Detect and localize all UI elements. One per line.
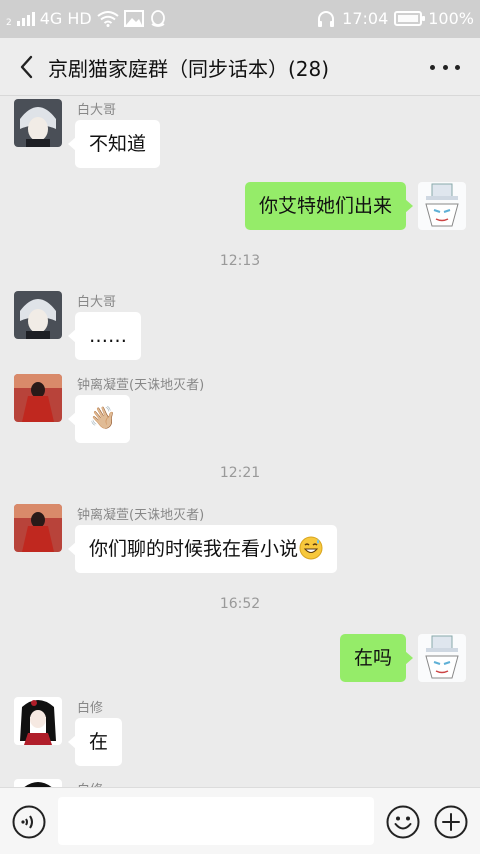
message-list[interactable]: 白大哥 不知道 你艾特她们出来 12:13 白大哥 …… 钟离凝萱(天诛地灭者)… bbox=[0, 97, 480, 787]
chat-title: 京剧猫家庭群（同步话本）(28) bbox=[48, 57, 330, 81]
white-cat-hat-avatar[interactable] bbox=[418, 634, 466, 682]
message-bubble[interactable]: …… bbox=[68, 312, 141, 360]
timestamp: 12:21 bbox=[219, 465, 261, 481]
status-left: 2 4G HD bbox=[6, 9, 167, 28]
red-dress-girl-avatar[interactable] bbox=[14, 504, 62, 552]
sender-name: 钟离凝萱(天诛地灭者) bbox=[77, 378, 205, 393]
message-bubble[interactable]: 👋🏼 bbox=[67, 395, 131, 443]
timestamp: 12:13 bbox=[219, 253, 261, 269]
white-haired-boy-avatar[interactable] bbox=[14, 291, 62, 339]
white-haired-boy-avatar[interactable] bbox=[14, 99, 62, 147]
sender-name: 白大哥 bbox=[77, 103, 117, 118]
message-bubble[interactable]: 你们聊的时候我在看小说 bbox=[67, 525, 338, 573]
message-text: 你们聊的时候我在看小说 bbox=[89, 538, 299, 560]
input-bar bbox=[0, 787, 480, 854]
status-right: 17:04 100% bbox=[316, 9, 474, 28]
message-bubble[interactable]: 你艾特她们出来 bbox=[244, 182, 414, 230]
sender-name: 白修 bbox=[77, 779, 103, 787]
sweat-smile-emoji bbox=[299, 536, 323, 560]
timestamp: 16:52 bbox=[219, 596, 261, 612]
chevron-left-icon[interactable] bbox=[14, 52, 40, 82]
status-bar: 2 4G HD 17:04 100% bbox=[0, 0, 480, 38]
message-input[interactable] bbox=[58, 797, 374, 845]
battery-icon bbox=[394, 11, 426, 26]
black-haired-girl-avatar[interactable] bbox=[14, 697, 62, 745]
wifi-icon bbox=[97, 10, 119, 27]
headset-icon bbox=[318, 10, 335, 27]
message-bubble[interactable]: 在吗 bbox=[339, 634, 414, 682]
clock: 17:04 bbox=[342, 9, 389, 28]
sender-name: 白大哥 bbox=[77, 295, 117, 310]
white-cat-hat-avatar[interactable] bbox=[418, 182, 466, 230]
more-dots-icon[interactable] bbox=[430, 52, 460, 82]
black-haired-girl-avatar[interactable] bbox=[14, 779, 62, 787]
sender-name: 钟离凝萱(天诛地灭者) bbox=[77, 508, 205, 523]
image-notification-icon bbox=[123, 10, 144, 27]
battery-percent: 100% bbox=[428, 9, 474, 28]
add-icon[interactable] bbox=[434, 805, 468, 839]
sim-slot-label: 2 bbox=[6, 17, 12, 28]
red-dress-girl-avatar[interactable] bbox=[14, 374, 62, 422]
message-bubble[interactable]: 不知道 bbox=[67, 120, 161, 168]
qq-icon bbox=[150, 9, 165, 27]
sender-name: 白修 bbox=[77, 701, 104, 716]
emoji-icon[interactable] bbox=[386, 805, 420, 839]
signal-icon bbox=[16, 11, 35, 26]
message-bubble[interactable]: 在 bbox=[67, 718, 123, 766]
voice-icon[interactable] bbox=[12, 805, 46, 839]
chat-header: 京剧猫家庭群（同步话本）(28) bbox=[0, 38, 480, 96]
network-type: 4G HD bbox=[39, 9, 92, 28]
